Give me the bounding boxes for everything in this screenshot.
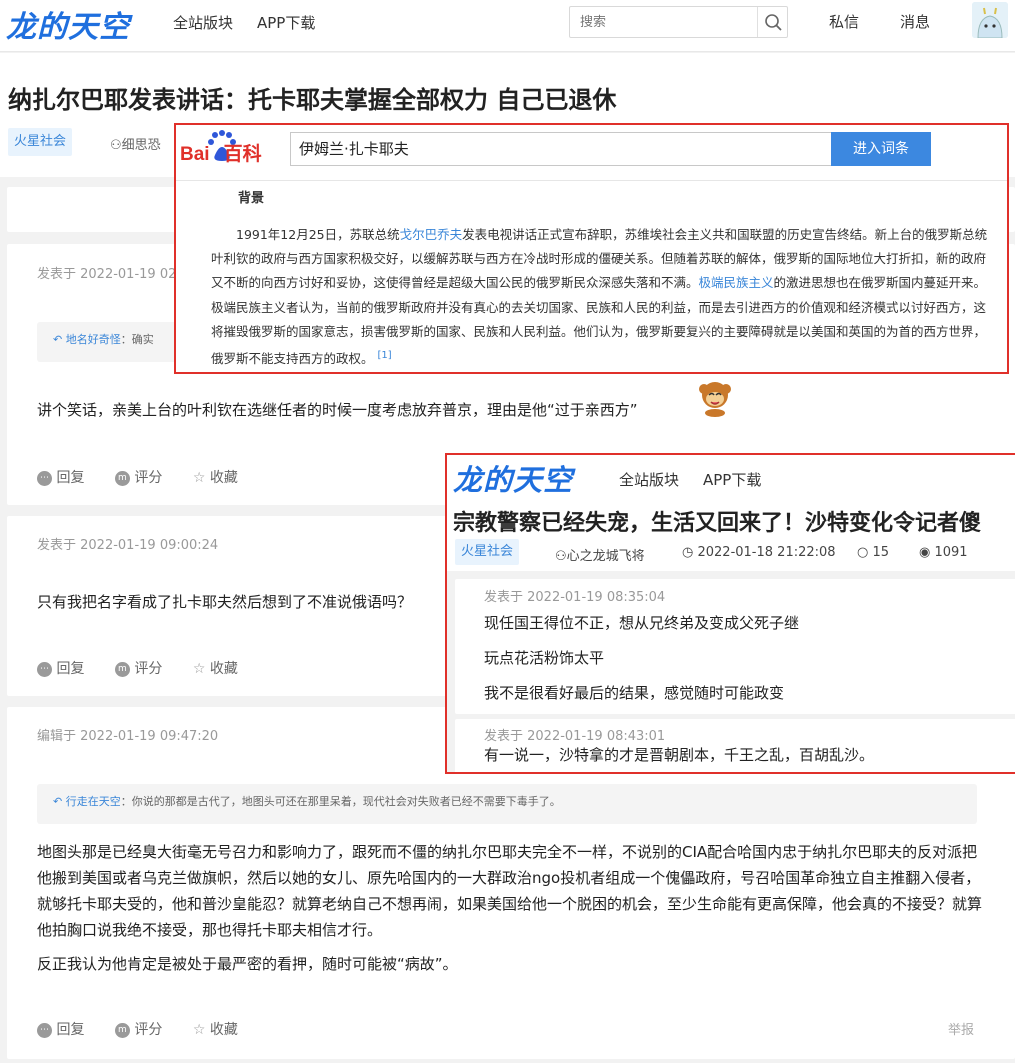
- post-meta: 发表于 2022-01-19 02: [37, 267, 177, 282]
- thread-title: 纳扎尔巴耶发表讲话：托卡耶夫掌握全部权力 自己已退休: [8, 86, 617, 114]
- baike-brand: Bai 百科: [180, 144, 262, 165]
- popup-post-line: 我不是很看好最后的结果，感觉随时可能政变: [484, 684, 785, 702]
- search-input[interactable]: [570, 7, 755, 37]
- rate-button[interactable]: 评分: [134, 470, 162, 486]
- search-icon: [765, 14, 782, 31]
- reply-icon: ⋯: [37, 661, 52, 677]
- nav-all-boards[interactable]: 全站版块: [173, 12, 233, 33]
- baike-enter-button[interactable]: 进入词条: [831, 132, 931, 166]
- reply-icon: ⋯: [37, 1022, 52, 1038]
- popup-post-line: 现任国王得位不正，想从兄终弟及变成父死子继: [484, 614, 800, 632]
- favorite-button[interactable]: 收藏: [210, 661, 238, 677]
- comment-icon: ○: [857, 545, 869, 560]
- baike-paragraph: 1991年12月25日，苏联总统戈尔巴乔夫发表电视讲话正式宣布辞职，苏维埃社会主…: [211, 227, 988, 367]
- post-body: 地图头那是已经臭大街毫无号召力和影响力了，跟死而不僵的纳扎尔巴耶夫完全不一样，不…: [37, 843, 983, 939]
- post-actions: ⋯ 回复 m 评分 ☆ 收藏: [37, 1019, 238, 1039]
- nav-app-download[interactable]: APP下载: [257, 12, 315, 33]
- baike-search-input[interactable]: 伊姆兰·扎卡耶夫: [290, 132, 832, 166]
- popup-nav-app-download[interactable]: APP下载: [703, 469, 761, 490]
- monkey-emoji-icon: [695, 375, 735, 417]
- post-body: 只有我把名字看成了扎卡耶夫然后想到了不准说俄语吗？: [37, 593, 413, 611]
- reply-button[interactable]: 回复: [56, 661, 84, 677]
- clock-icon: ◷: [682, 545, 694, 560]
- rate-icon: m: [114, 470, 130, 486]
- site-logo[interactable]: 龙的天空: [6, 2, 130, 46]
- favorite-button[interactable]: 收藏: [210, 470, 238, 486]
- quote-block: ↶ 行走在天空：你说的那都是古代了，地图头可还在那里呆着，现代社会对失败者已经不…: [37, 784, 977, 824]
- reply-button[interactable]: 回复: [56, 470, 84, 486]
- popup-post-meta: 发表于 2022-01-19 08:35:04: [484, 590, 666, 605]
- reply-button[interactable]: 回复: [56, 1022, 84, 1038]
- eye-icon: ◉: [919, 545, 931, 560]
- popup-nav-all-boards[interactable]: 全站版块: [619, 469, 679, 490]
- user-avatar[interactable]: [972, 2, 1008, 38]
- quote-user[interactable]: 地名好奇怪: [66, 333, 121, 346]
- rate-icon: m: [114, 661, 130, 677]
- popup-thread-title: 宗教警察已经失宠，生活又回来了！沙特变化令记者傻: [453, 511, 982, 536]
- baike-link-nationalism[interactable]: 极端民族主义: [699, 275, 774, 290]
- star-icon: ☆: [192, 661, 206, 677]
- quote-user[interactable]: 行走在天空: [66, 795, 121, 808]
- rate-icon: m: [114, 1022, 130, 1038]
- star-icon: ☆: [192, 1022, 206, 1038]
- private-messages-link[interactable]: 私信: [829, 11, 859, 32]
- favorite-button[interactable]: 收藏: [210, 1022, 238, 1038]
- popup-view-count: ◉ 1091: [919, 545, 968, 560]
- popup-board-tag[interactable]: 火星社会: [455, 539, 520, 565]
- divider: [176, 180, 1007, 181]
- reply-arrow-icon: ↶: [53, 333, 63, 346]
- top-navbar: [0, 0, 1015, 52]
- reply-icon: ⋯: [37, 470, 52, 486]
- search-button[interactable]: [757, 7, 787, 37]
- star-icon: ☆: [192, 470, 206, 486]
- popup-post-line: 玩点花活粉饰太平: [484, 649, 605, 667]
- popup-author[interactable]: ⚇心之龙城飞将: [555, 545, 645, 564]
- post-body: 讲个笑话，亲美上台的叶利钦在选继任者的时候一度考虑放弃普京，理由是他“过于亲西方…: [37, 401, 638, 419]
- baike-overlay: Bai 百科 伊姆兰·扎卡耶夫 进入词条 背景 1991年12月25日，苏联总统戈…: [174, 123, 1009, 374]
- baike-link-gorbachev[interactable]: 戈尔巴乔夫: [400, 227, 463, 242]
- popup-post-time: ◷ 2022-01-18 21:22:08: [682, 545, 836, 560]
- thread-author[interactable]: ⚇细思恐: [110, 134, 161, 153]
- popup-site-logo[interactable]: 龙的天空: [453, 457, 573, 499]
- board-tag[interactable]: 火星社会: [8, 128, 73, 156]
- search-box: [569, 6, 788, 38]
- post-meta: 编辑于 2022-01-19 09:47:20: [37, 729, 219, 744]
- rate-button[interactable]: 评分: [134, 1022, 162, 1038]
- post-actions: ⋯ 回复 m 评分 ☆ 收藏: [37, 658, 238, 678]
- post-meta: 发表于 2022-01-19 09:00:24: [37, 538, 219, 553]
- popup-post-line: 有一说一，沙特拿的才是晋朝剧本，千王之乱，百胡乱沙。: [484, 746, 875, 764]
- post-body: 反正我认为他肯定是被处于最严密的看押，随时可能被“病故”。: [37, 955, 458, 973]
- baike-section-title: 背景: [238, 191, 265, 206]
- post-actions: ⋯ 回复 m 评分 ☆ 收藏: [37, 467, 238, 487]
- baike-reference[interactable]: [1]: [378, 350, 392, 361]
- forum-thread-popup: 龙的天空 全站版块 APP下载 宗教警察已经失宠，生活又回来了！沙特变化令记者傻…: [445, 453, 1015, 774]
- reply-arrow-icon: ↶: [53, 795, 63, 808]
- notifications-link[interactable]: 消息: [900, 11, 930, 32]
- user-icon: ⚇: [555, 549, 567, 564]
- popup-comment-count: ○ 15: [857, 545, 890, 560]
- user-icon: ⚇: [110, 138, 122, 153]
- quote-block: ↶ 地名好奇怪：确实: [37, 322, 177, 362]
- rate-button[interactable]: 评分: [134, 661, 162, 677]
- report-button[interactable]: 举报: [948, 1019, 974, 1038]
